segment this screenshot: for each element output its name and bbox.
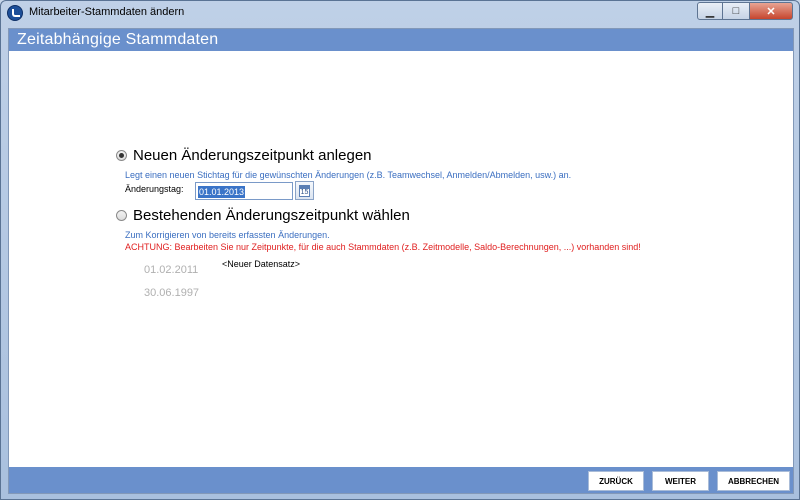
dialog-client-area: Zeitabhängige Stammdaten Neuen Änderungs… xyxy=(8,28,794,494)
radio-button-existing[interactable] xyxy=(116,210,127,221)
calendar-button[interactable]: 15 xyxy=(295,181,314,200)
radio-button-new[interactable] xyxy=(116,150,127,161)
close-button[interactable]: ✕ xyxy=(749,2,793,20)
cancel-button[interactable]: ABBRECHEN xyxy=(717,471,790,491)
new-timepoint-hint: Legt einen neuen Stichtag für die gewüns… xyxy=(125,170,572,180)
footer-bar: ZURÜCK WEITER ABBRECHEN xyxy=(9,467,793,493)
radio-existing-label: Bestehenden Änderungszeitpunkt wählen xyxy=(133,207,410,224)
window-title: Mitarbeiter-Stammdaten ändern xyxy=(29,6,185,18)
section-header: Zeitabhängige Stammdaten xyxy=(9,29,793,51)
list-item-date[interactable]: 30.06.1997 xyxy=(144,287,199,299)
minimize-button[interactable]: ▁ xyxy=(697,2,723,20)
page-title: Zeitabhängige Stammdaten xyxy=(17,31,219,48)
next-button[interactable]: WEITER xyxy=(652,471,709,491)
existing-timepoint-hint: Zum Korrigieren von bereits erfassten Än… xyxy=(125,230,330,240)
new-record-item[interactable]: <Neuer Datensatz> xyxy=(222,259,300,269)
change-date-label: Änderungstag: xyxy=(125,184,184,194)
title-bar[interactable]: Mitarbeiter-Stammdaten ändern ▁ □ ✕ xyxy=(1,1,799,25)
radio-new-timepoint[interactable]: Neuen Änderungszeitpunkt anlegen xyxy=(116,147,372,164)
radio-new-label: Neuen Änderungszeitpunkt anlegen xyxy=(133,147,372,164)
application-window: Mitarbeiter-Stammdaten ändern ▁ □ ✕ Zeit… xyxy=(0,0,800,500)
radio-existing-timepoint[interactable]: Bestehenden Änderungszeitpunkt wählen xyxy=(116,207,410,224)
maximize-button[interactable]: □ xyxy=(723,2,749,20)
change-date-field[interactable]: 01.01.2013 xyxy=(195,182,293,200)
list-item-date[interactable]: 01.02.2011 xyxy=(144,264,198,276)
calendar-day-number: 15 xyxy=(299,188,310,197)
window-controls: ▁ □ ✕ xyxy=(697,2,793,20)
warning-text: ACHTUNG: Bearbeiten Sie nur Zeitpunkte, … xyxy=(125,242,641,252)
back-button[interactable]: ZURÜCK xyxy=(588,471,644,491)
app-logo-icon xyxy=(7,5,23,21)
change-date-value: 01.01.2013 xyxy=(198,186,246,198)
